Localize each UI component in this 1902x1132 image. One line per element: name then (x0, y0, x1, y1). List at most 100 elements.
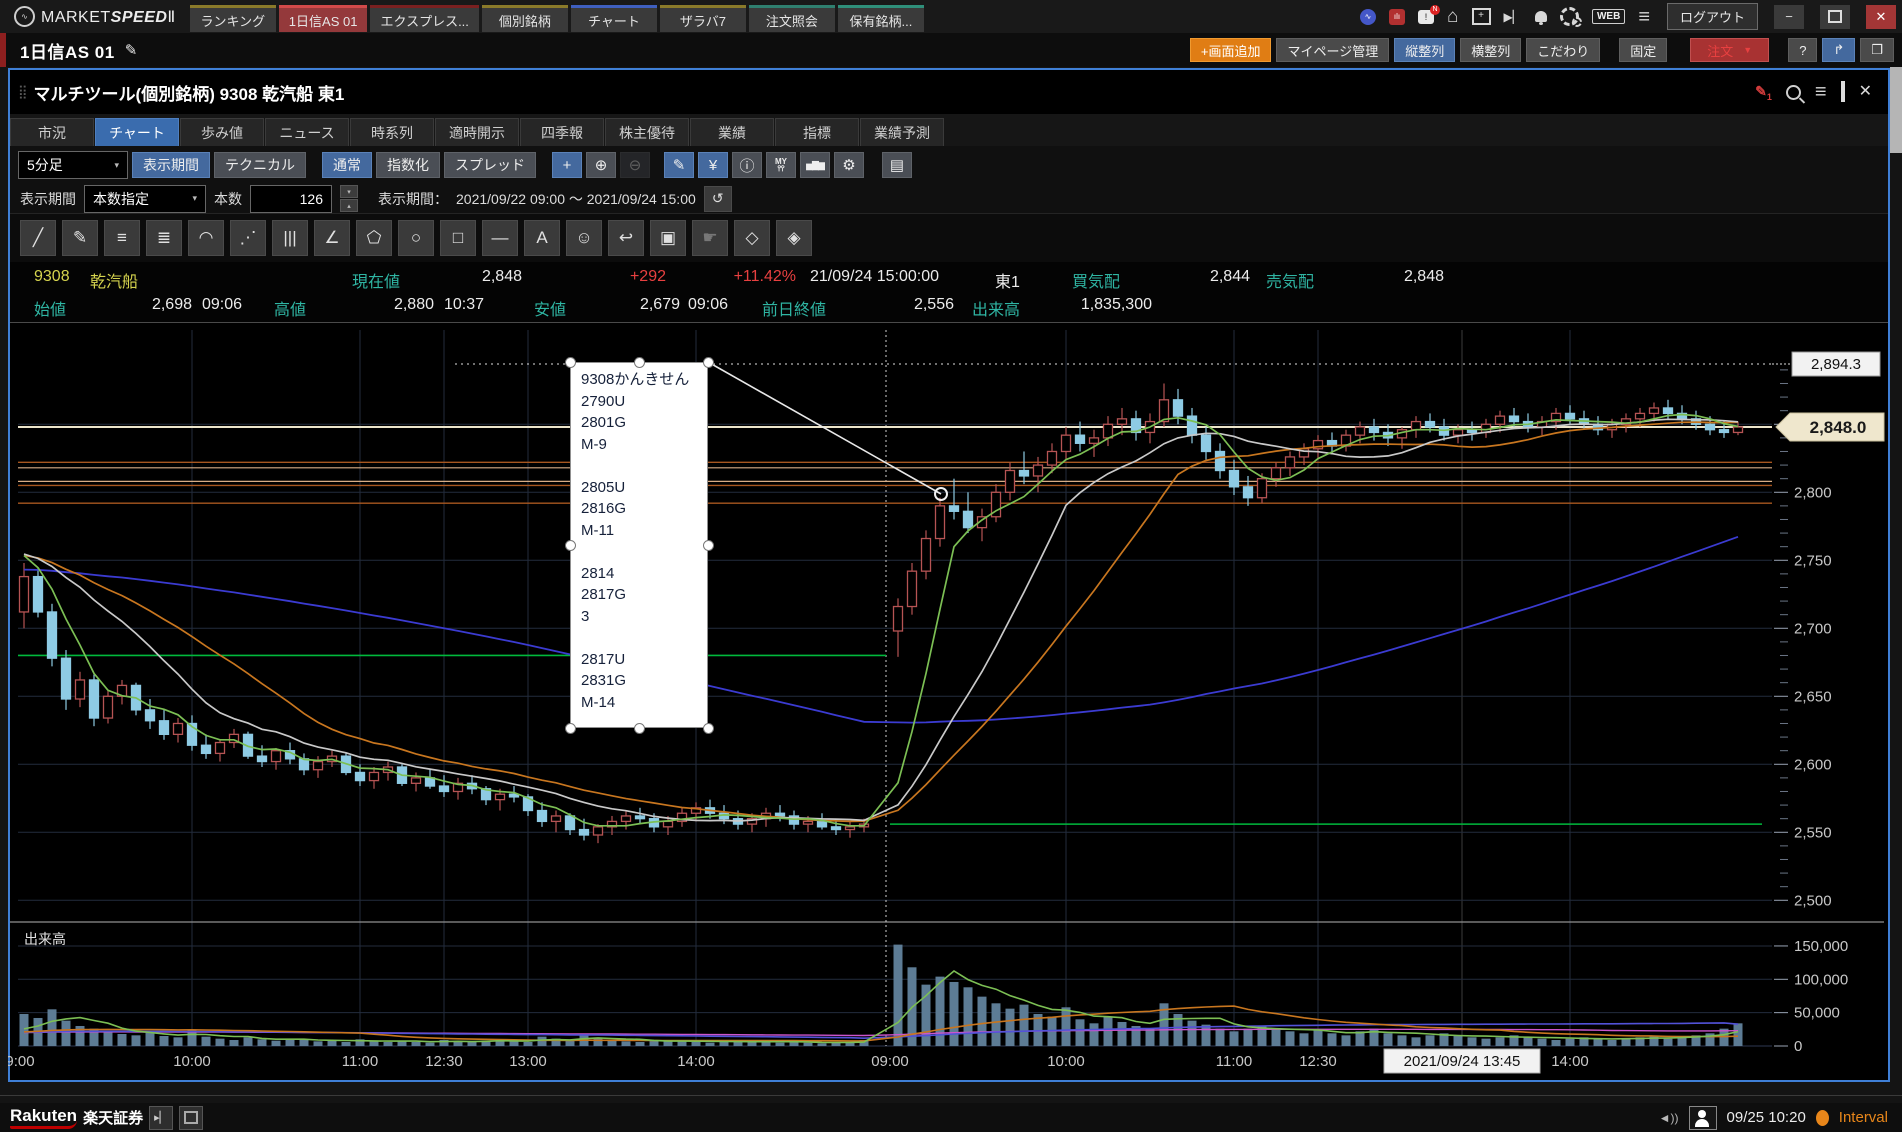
tab-ニュース[interactable]: ニュース (265, 118, 349, 146)
maximize-button[interactable] (1820, 5, 1850, 29)
tab-歩み値[interactable]: 歩み値 (180, 118, 264, 146)
top-tab-1日信AS 01[interactable]: 1日信AS 01 (279, 5, 368, 32)
chart-app-icon[interactable]: ∿ (1360, 9, 1376, 25)
window-menu-icon[interactable]: ≡ (1815, 82, 1827, 102)
window-restore-icon[interactable] (1841, 83, 1845, 101)
display-period-button[interactable]: 表示期間 (132, 152, 210, 178)
spread-mode-button[interactable]: スプレッド (444, 152, 536, 178)
annotation-resize-handle[interactable] (565, 540, 576, 551)
link-group-icon[interactable]: ✎1 (1755, 83, 1772, 102)
arrow-tool[interactable]: ↩ (608, 220, 644, 256)
add-window-icon[interactable]: + (1472, 8, 1491, 25)
mountain-chart-button[interactable]: ▅▇▆ (800, 152, 830, 178)
fan-lines-tool[interactable]: ⋰ (230, 220, 266, 256)
eraser-tool[interactable]: ◇ (734, 220, 770, 256)
angle-fan-tool[interactable]: ∠ (314, 220, 350, 256)
annotation-resize-handle[interactable] (565, 357, 576, 368)
trendline-tool[interactable]: ╱ (20, 220, 56, 256)
horizontal-line-tool[interactable]: — (482, 220, 518, 256)
tab-業績予測[interactable]: 業績予測 (860, 118, 944, 146)
annotation-resize-handle[interactable] (703, 357, 714, 368)
header-button-?[interactable]: ? (1788, 38, 1817, 62)
tab-チャート[interactable]: チャート (95, 118, 179, 146)
rectangle-tool[interactable]: □ (440, 220, 476, 256)
bar-count-input[interactable]: 126 (250, 185, 332, 213)
technical-button[interactable]: テクニカル (214, 152, 306, 178)
tab-株主優待[interactable]: 株主優待 (605, 118, 689, 146)
search-icon[interactable] (1786, 85, 1801, 100)
header-button-縦整列[interactable]: 縦整列 (1394, 38, 1455, 62)
text-tool[interactable]: A (524, 220, 560, 256)
home-icon[interactable]: ⌂ (1447, 7, 1458, 26)
zoom-in-button[interactable]: ⊕ (586, 152, 616, 178)
interval-select[interactable]: 5分足▾ (18, 151, 128, 179)
pencil-line-tool[interactable]: ✎ (62, 220, 98, 256)
header-button-固定[interactable]: 固定 (1619, 38, 1667, 62)
top-tab-ザラバ7[interactable]: ザラバ7 (660, 5, 746, 32)
tab-業績[interactable]: 業績 (690, 118, 774, 146)
annotation-note[interactable]: 9308かんきせん2790U2801GM-9 2805U2816GM-11 28… (570, 362, 708, 728)
settings-gear-icon[interactable] (1560, 7, 1579, 26)
eraser-all-tool[interactable]: ◈ (776, 220, 812, 256)
reset-period-button[interactable]: ↺ (704, 186, 732, 212)
print-button[interactable]: ▤ (882, 152, 912, 178)
user-icon[interactable] (1689, 1106, 1717, 1130)
speaker-icon[interactable]: ◄)) (1659, 1111, 1679, 1125)
annotation-resize-handle[interactable] (703, 723, 714, 734)
parallel-lines-4-tool[interactable]: ≣ (146, 220, 182, 256)
draw-pencil-button[interactable]: ✎ (664, 152, 694, 178)
top-tab-保有銘柄...[interactable]: 保有銘柄... (838, 5, 924, 32)
next-panel-icon[interactable]: ▶▏ (1504, 11, 1522, 23)
drag-grip-icon[interactable]: ⣿ (18, 84, 26, 100)
crosshair-plus-button[interactable]: + (552, 152, 582, 178)
info-button[interactable]: ⓘ (732, 152, 762, 178)
annotation-resize-handle[interactable] (703, 540, 714, 551)
annotation-resize-handle[interactable] (634, 723, 645, 734)
close-button[interactable]: ✕ (1866, 5, 1896, 29)
link-jump-button[interactable]: ↱ (1822, 38, 1855, 62)
web-icon[interactable]: WEB (1592, 9, 1625, 24)
hamburger-menu-icon[interactable]: ≡ (1638, 7, 1650, 27)
notification-icon[interactable]: !N (1418, 10, 1434, 24)
yen-scale-button[interactable]: ¥ (698, 152, 728, 178)
annotation-resize-handle[interactable] (565, 723, 576, 734)
minimize-button[interactable]: − (1774, 5, 1804, 29)
top-tab-個別銘柄[interactable]: 個別銘柄 (482, 5, 568, 32)
annotation-resize-handle[interactable] (634, 357, 645, 368)
tab-指標[interactable]: 指標 (775, 118, 859, 146)
bar-count-spinner[interactable]: ▾▴ (340, 185, 358, 212)
candlestick-chart[interactable]: 2,8002,7502,7002,6502,6002,5502,500150,0… (8, 322, 1892, 1080)
pentagon-tool[interactable]: ⬠ (356, 220, 392, 256)
indexed-mode-button[interactable]: 指数化 (376, 152, 440, 178)
bell-icon[interactable] (1535, 11, 1547, 22)
icon-stamp-tool[interactable]: ☺ (566, 220, 602, 256)
tab-市況[interactable]: 市況 (10, 118, 94, 146)
vertical-lines-tool[interactable]: ||| (272, 220, 308, 256)
layout-panel-button[interactable] (179, 1106, 203, 1130)
parallel-lines-3-tool[interactable]: ≡ (104, 220, 140, 256)
logout-button[interactable]: ログアウト (1667, 3, 1758, 30)
period-mode-select[interactable]: 本数指定▾ (84, 185, 206, 213)
header-button-横整列[interactable]: 横整列 (1460, 38, 1521, 62)
top-tab-注文照会[interactable]: 注文照会 (749, 5, 835, 32)
window-tile-button[interactable]: ❒ (1860, 38, 1894, 62)
my-chart-button[interactable]: MY⫯⫯ (766, 152, 796, 178)
top-tab-ランキング[interactable]: ランキング (190, 5, 276, 32)
market-app-icon[interactable]: ılı (1389, 9, 1405, 25)
top-tab-エクスプレス...[interactable]: エクスプレス... (370, 5, 478, 32)
header-button-マイページ管理[interactable]: マイページ管理 (1276, 38, 1389, 62)
tab-四季報[interactable]: 四季報 (520, 118, 604, 146)
normal-mode-button[interactable]: 通常 (322, 152, 372, 178)
copy-object-tool[interactable]: ▣ (650, 220, 686, 256)
zoom-out-button[interactable]: ⊖ (620, 152, 650, 178)
tab-適時開示[interactable]: 適時開示 (435, 118, 519, 146)
header-button-注文[interactable]: 注文▼ (1690, 38, 1769, 62)
window-title-bar[interactable]: ⣿ マルチツール(個別銘柄) 9308 乾汽船 東1 ✎1 ≡ ✕ (10, 70, 1888, 114)
ellipse-tool[interactable]: ○ (398, 220, 434, 256)
header-button-+画面追加[interactable]: +画面追加 (1190, 38, 1272, 62)
tab-時系列[interactable]: 時系列 (350, 118, 434, 146)
header-button-こだわり[interactable]: こだわり (1526, 38, 1600, 62)
top-tab-チャート[interactable]: チャート (571, 5, 657, 32)
chart-settings-wrench-button[interactable]: ⚙ (834, 152, 864, 178)
fibonacci-arc-tool[interactable]: ◠ (188, 220, 224, 256)
